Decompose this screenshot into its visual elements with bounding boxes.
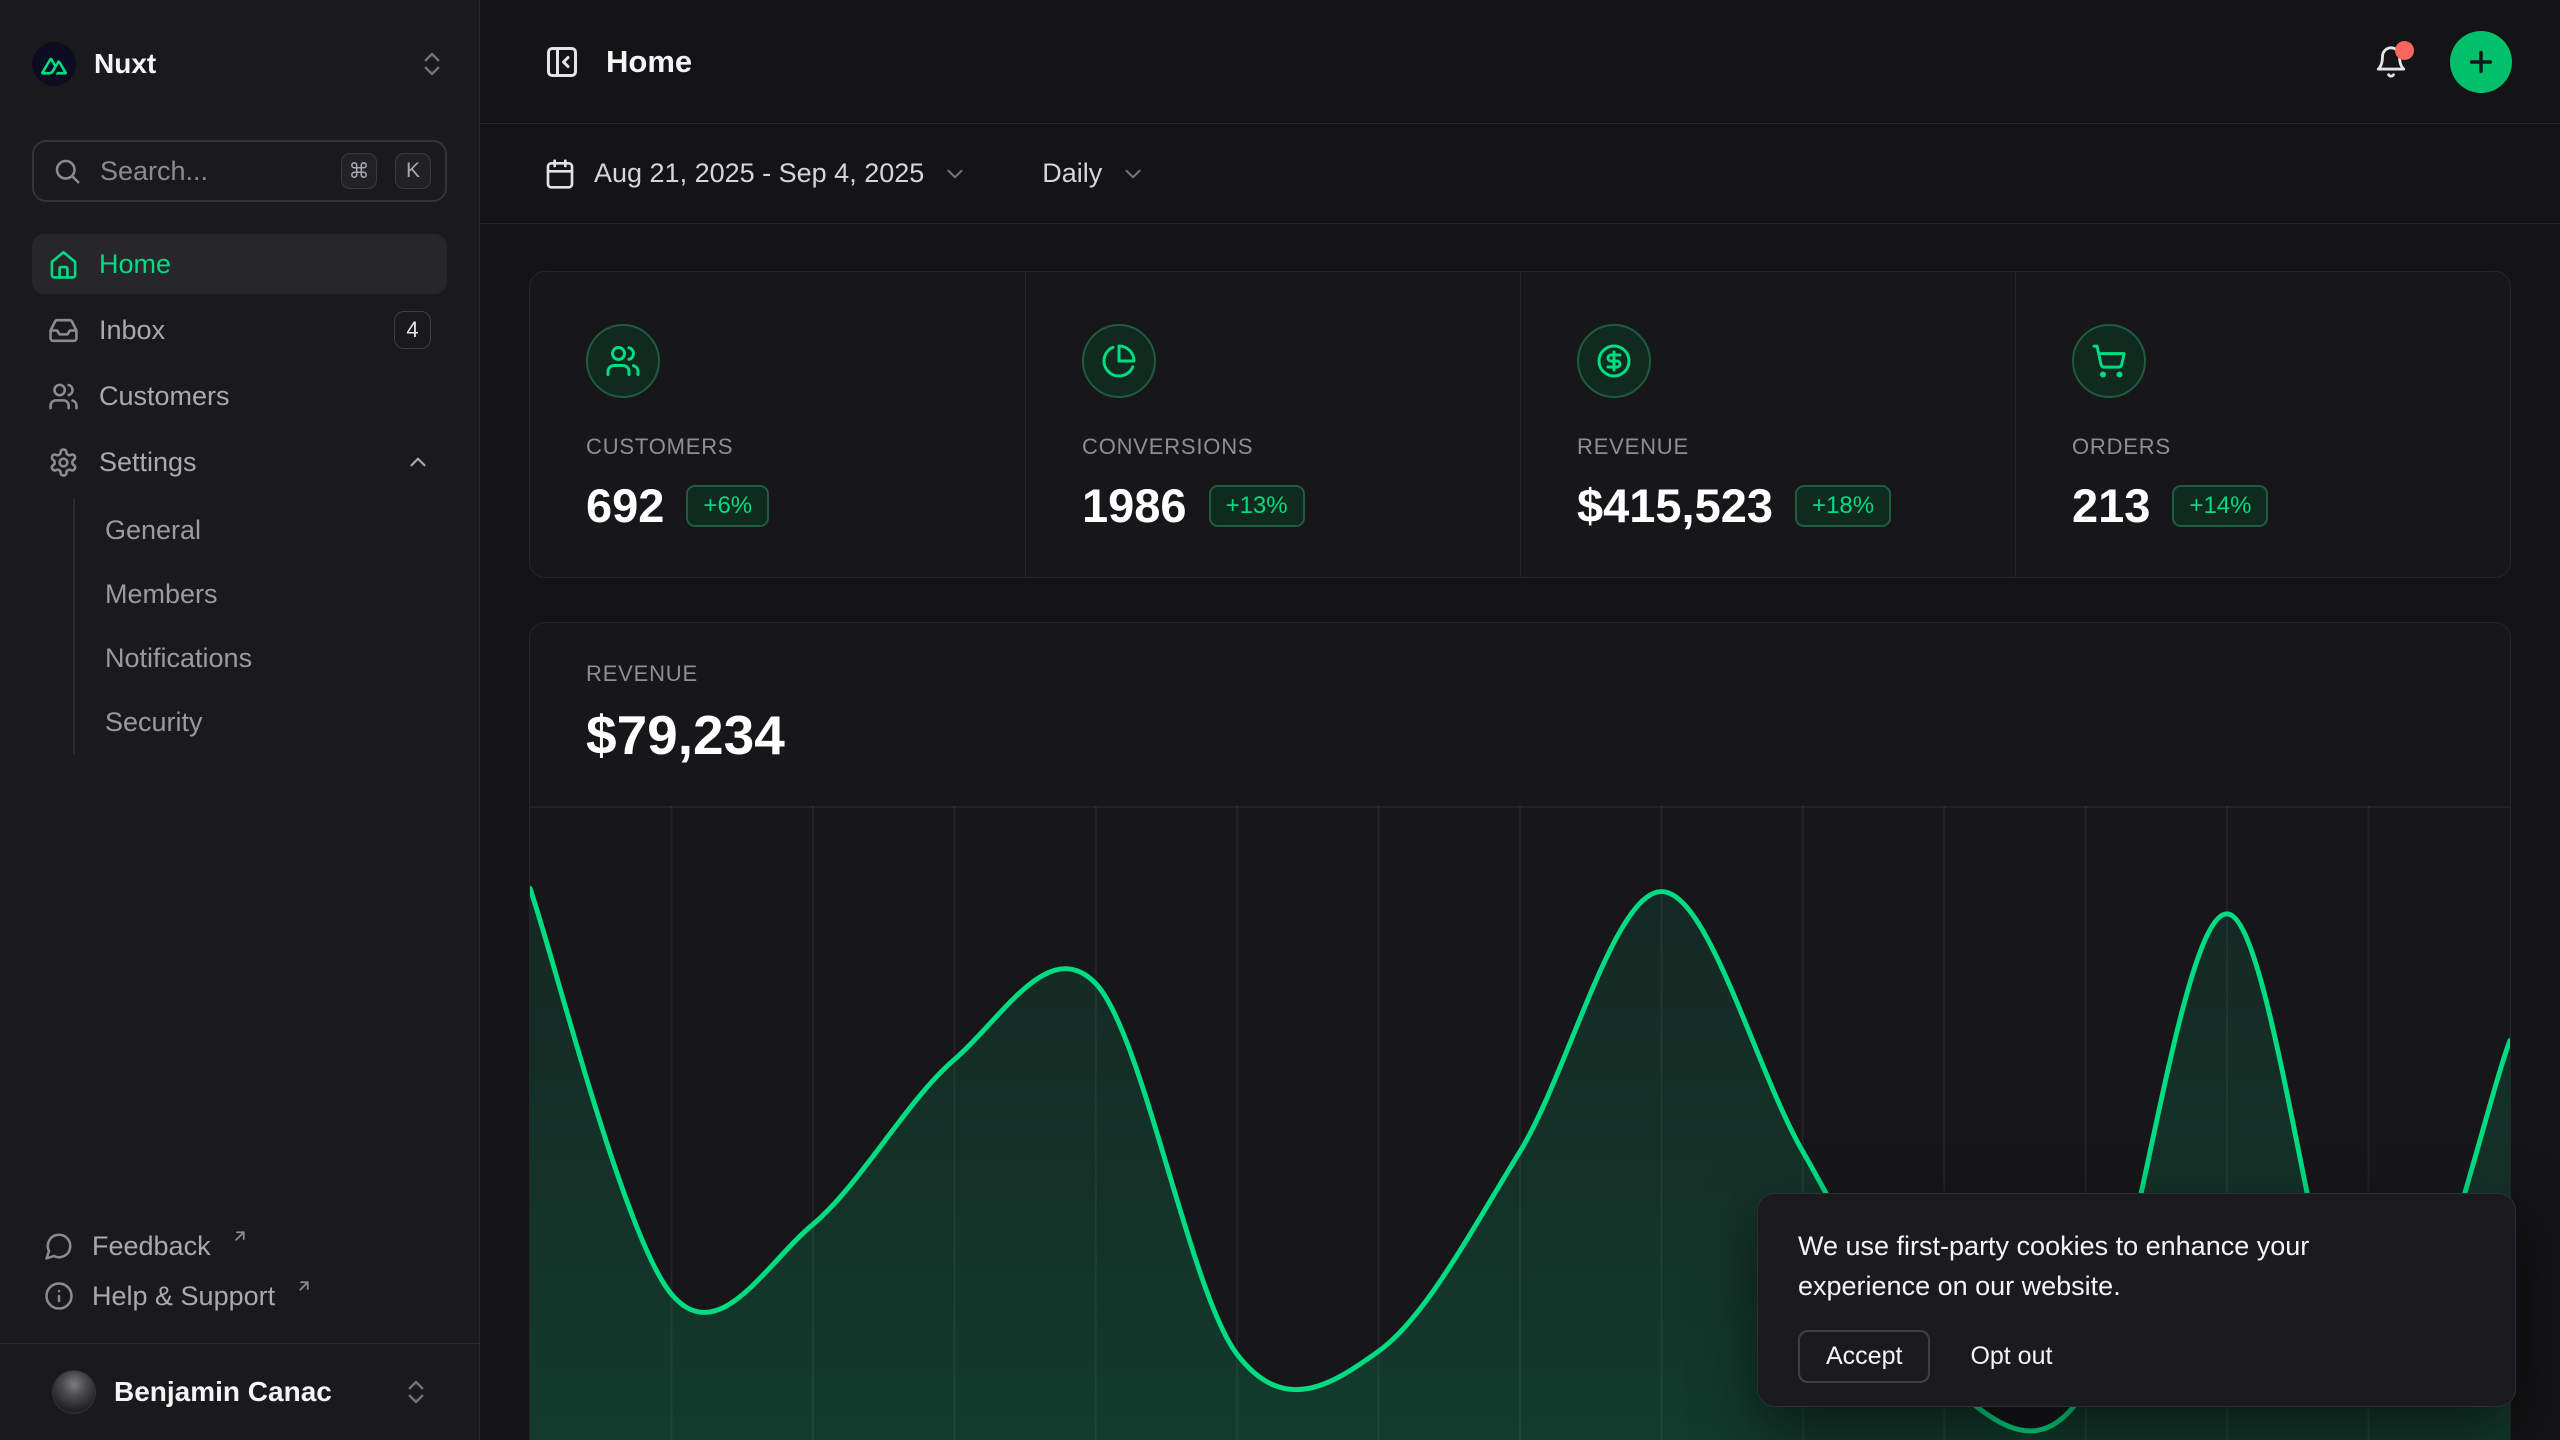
- sidebar-footer: Feedback Help & Support: [32, 1221, 447, 1321]
- feedback-label: Feedback: [92, 1231, 211, 1262]
- stat-orders[interactable]: ORDERS 213 +14%: [2015, 272, 2510, 577]
- arrow-up-right-icon: [231, 1227, 249, 1245]
- shopping-cart-icon: [2091, 343, 2127, 379]
- arrow-up-right-icon: [295, 1277, 313, 1295]
- inbox-icon: [48, 315, 79, 346]
- topbar: Home: [480, 0, 2560, 124]
- stat-label: CONVERSIONS: [1082, 434, 1520, 460]
- chevrons-up-down-icon: [417, 49, 447, 79]
- stat-value: 213: [2072, 478, 2150, 533]
- accept-button[interactable]: Accept: [1798, 1330, 1930, 1383]
- chevron-up-icon: [405, 449, 431, 475]
- stat-value: 1986: [1082, 478, 1187, 533]
- plus-icon: [2465, 46, 2497, 78]
- sidebar-item-notifications[interactable]: Notifications: [105, 626, 447, 690]
- settings-subnav: General Members Notifications Security: [73, 498, 447, 754]
- sidebar-item-security[interactable]: Security: [105, 690, 447, 754]
- search-input[interactable]: Search... ⌘ K: [32, 140, 447, 202]
- chevron-down-icon: [942, 161, 968, 187]
- stats-row: CUSTOMERS 692 +6% CONVERSIONS 1986 +13% …: [529, 271, 2511, 578]
- sidebar-item-general[interactable]: General: [105, 498, 447, 562]
- circle-dollar-icon: [1596, 343, 1632, 379]
- inbox-count-badge: 4: [394, 311, 431, 349]
- kbd-k: K: [395, 153, 431, 189]
- sidebar-spacer: [0, 754, 479, 1221]
- sidebar-item-members[interactable]: Members: [105, 562, 447, 626]
- sidebar-nav: Home Inbox 4 Customers Settings General …: [32, 234, 447, 754]
- opt-out-button[interactable]: Opt out: [1944, 1332, 2078, 1381]
- date-range-value: Aug 21, 2025 - Sep 4, 2025: [594, 158, 924, 189]
- feedback-link[interactable]: Feedback: [32, 1221, 447, 1271]
- date-range-picker[interactable]: Aug 21, 2025 - Sep 4, 2025: [544, 158, 968, 190]
- filter-bar: Aug 21, 2025 - Sep 4, 2025 Daily: [480, 124, 2560, 224]
- calendar-icon: [544, 158, 576, 190]
- sidebar-collapse-button[interactable]: [544, 44, 580, 80]
- home-icon: [48, 249, 79, 280]
- revenue-label: REVENUE: [586, 661, 2510, 687]
- interval-select[interactable]: Daily: [1042, 158, 1146, 189]
- sidebar-item-label: Settings: [99, 447, 385, 478]
- info-circle-icon: [44, 1281, 74, 1311]
- user-name: Benjamin Canac: [114, 1376, 383, 1408]
- sidebar-item-customers[interactable]: Customers: [32, 366, 447, 426]
- org-switcher[interactable]: Nuxt: [32, 40, 447, 88]
- search-icon: [52, 156, 82, 186]
- users-icon: [605, 343, 641, 379]
- revenue-total: $79,234: [586, 703, 2510, 767]
- sidebar-item-settings[interactable]: Settings: [32, 432, 447, 492]
- sidebar-item-label: Inbox: [99, 315, 374, 346]
- sidebar-item-inbox[interactable]: Inbox 4: [32, 300, 447, 360]
- cookie-banner: We use first-party cookies to enhance yo…: [1757, 1193, 2516, 1407]
- stat-value: $415,523: [1577, 478, 1773, 533]
- stat-label: CUSTOMERS: [586, 434, 1025, 460]
- sidebar-item-label: Home: [99, 249, 431, 280]
- sidebar-item-label: Customers: [99, 381, 431, 412]
- add-button[interactable]: [2450, 31, 2512, 93]
- sidebar-item-home[interactable]: Home: [32, 234, 447, 294]
- stat-revenue[interactable]: REVENUE $415,523 +18%: [1520, 272, 2015, 577]
- page-title: Home: [606, 44, 2374, 80]
- stat-conversions[interactable]: CONVERSIONS 1986 +13%: [1025, 272, 1520, 577]
- gear-icon: [48, 447, 79, 478]
- stat-label: REVENUE: [1577, 434, 2015, 460]
- cookie-message: We use first-party cookies to enhance yo…: [1798, 1226, 2418, 1306]
- sidebar: Nuxt Search... ⌘ K Home Inbox 4 Customer…: [0, 0, 480, 1440]
- stat-value: 692: [586, 478, 664, 533]
- chat-bubble-icon: [44, 1231, 74, 1261]
- stat-customers[interactable]: CUSTOMERS 692 +6%: [530, 272, 1025, 577]
- avatar: [52, 1370, 96, 1414]
- chevron-down-icon: [1120, 161, 1146, 187]
- stat-delta-badge: +13%: [1209, 485, 1305, 527]
- help-support-label: Help & Support: [92, 1281, 275, 1312]
- user-menu[interactable]: Benjamin Canac: [0, 1343, 479, 1440]
- help-support-link[interactable]: Help & Support: [32, 1271, 447, 1321]
- search-placeholder: Search...: [100, 156, 323, 187]
- interval-value: Daily: [1042, 158, 1102, 189]
- nuxt-logo-icon: [32, 42, 76, 86]
- stat-delta-badge: +18%: [1795, 485, 1891, 527]
- panel-left-close-icon: [544, 44, 580, 80]
- notifications-button[interactable]: [2374, 45, 2408, 79]
- notification-unread-dot: [2395, 41, 2414, 60]
- stat-label: ORDERS: [2072, 434, 2510, 460]
- org-name: Nuxt: [94, 48, 399, 80]
- chevrons-up-down-icon: [401, 1377, 431, 1407]
- stat-delta-badge: +6%: [686, 485, 769, 527]
- stat-delta-badge: +14%: [2172, 485, 2268, 527]
- pie-chart-icon: [1101, 343, 1137, 379]
- kbd-meta: ⌘: [341, 153, 377, 189]
- users-icon: [48, 381, 79, 412]
